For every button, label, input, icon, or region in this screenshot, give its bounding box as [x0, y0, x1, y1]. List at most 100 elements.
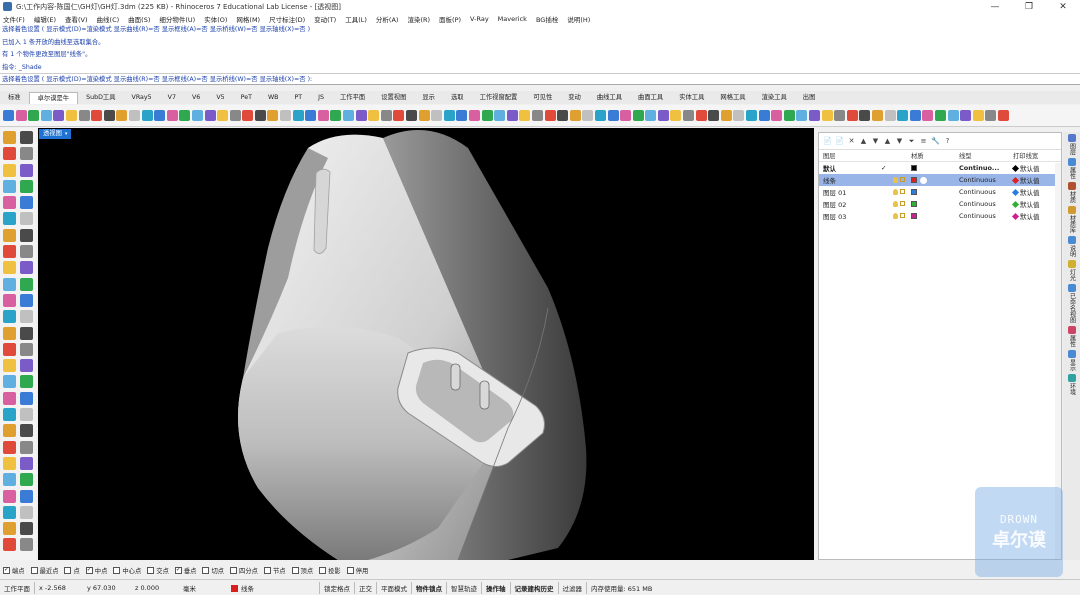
toolbar-tool-icon[interactable]	[154, 110, 166, 121]
toolbar-tool-icon[interactable]	[141, 110, 153, 121]
osnap-option[interactable]: 顶点	[291, 566, 313, 575]
checkbox[interactable]	[202, 566, 210, 574]
toolbar-tool-icon[interactable]	[494, 110, 506, 121]
checkbox[interactable]: ✓	[85, 566, 93, 574]
left-tool-icon[interactable]	[20, 212, 33, 226]
osnap-option[interactable]: 点	[64, 566, 80, 575]
layer-color-swatch[interactable]	[911, 165, 917, 171]
toolbar-tool-icon[interactable]	[783, 110, 795, 121]
toolbar-tool-icon[interactable]	[355, 110, 367, 121]
toolbar-tool-icon[interactable]	[380, 110, 392, 121]
left-tool-icon[interactable]	[20, 408, 33, 422]
left-tool-icon[interactable]	[3, 277, 16, 291]
layer-tool-icon[interactable]: ▲	[859, 137, 868, 146]
lock-icon[interactable]	[900, 213, 905, 218]
toolbar-tool-icon[interactable]	[871, 110, 883, 121]
left-tool-icon[interactable]	[3, 505, 16, 519]
toolbar-tool-icon[interactable]	[632, 110, 644, 121]
osnap-option[interactable]: 投影	[319, 566, 341, 575]
osnap-option[interactable]: 最近点	[30, 566, 58, 575]
layer-tool-icon[interactable]: 📄	[835, 137, 844, 146]
left-tool-icon[interactable]	[3, 179, 16, 193]
left-tool-icon[interactable]	[3, 293, 16, 307]
toolbar-tool-icon[interactable]	[406, 110, 417, 121]
toolbar-tool-icon[interactable]	[317, 110, 329, 121]
toolbar-tab[interactable]: SubD工具	[78, 92, 123, 104]
toolbar-tool-icon[interactable]	[884, 110, 896, 121]
layer-linetype[interactable]: Continuous	[959, 176, 1013, 184]
toolbar-tool-icon[interactable]	[116, 110, 128, 121]
menu-item[interactable]: 工具(L)	[345, 14, 367, 24]
layer-color-swatch[interactable]	[911, 213, 917, 219]
toolbar-tool-icon[interactable]	[418, 110, 430, 121]
toolbar-tab[interactable]: 可见性	[525, 92, 560, 104]
bulb-icon[interactable]	[893, 189, 898, 195]
panel-tab[interactable]: 灯光	[1065, 260, 1078, 281]
toolbar-tab[interactable]: JS	[310, 92, 332, 104]
col-print-width[interactable]: 打印线宽	[1013, 151, 1059, 160]
toolbar-tool-icon[interactable]	[582, 110, 594, 121]
toolbar-tool-icon[interactable]	[557, 110, 569, 121]
panel-tab[interactable]: 材质	[1065, 182, 1078, 203]
bulb-icon[interactable]	[893, 177, 898, 183]
toolbar-tab[interactable]: 显示	[414, 92, 443, 104]
toolbar-tool-icon[interactable]	[758, 110, 770, 121]
toolbar-tool-icon[interactable]	[78, 110, 90, 121]
toolbar-tool-icon[interactable]	[695, 110, 707, 121]
layer-tool-icon[interactable]: ▼	[895, 137, 904, 146]
print-width-value[interactable]: 默认值	[1020, 187, 1040, 197]
left-tool-icon[interactable]	[20, 277, 33, 291]
toolbar-tool-icon[interactable]	[65, 110, 77, 121]
lock-icon[interactable]	[900, 177, 905, 182]
left-tool-icon[interactable]	[3, 489, 16, 503]
toolbar-tool-icon[interactable]	[204, 110, 216, 121]
osnap-option[interactable]: 切点	[202, 566, 224, 575]
status-toggle[interactable]: 操作轴	[482, 583, 510, 593]
toolbar-tool-icon[interactable]	[330, 110, 342, 121]
status-toggle[interactable]: 正交	[355, 583, 376, 593]
menu-item[interactable]: 文件(F)	[3, 14, 25, 24]
cplane-button[interactable]: 工作平面	[0, 583, 34, 593]
osnap-option[interactable]: 四分点	[230, 566, 258, 575]
toolbar-tab[interactable]: 实体工具	[671, 92, 712, 104]
status-toggle[interactable]: 物件锁点	[412, 583, 446, 593]
osnap-option[interactable]: ✓ 垂点	[174, 566, 196, 575]
toolbar-tool-icon[interactable]	[217, 110, 229, 121]
toolbar-tool-icon[interactable]	[15, 110, 27, 121]
toolbar-tool-icon[interactable]	[368, 110, 380, 121]
left-tool-icon[interactable]	[20, 538, 33, 552]
layer-linetype[interactable]: Continuo...	[959, 164, 1013, 172]
checkbox[interactable]: ✓	[174, 566, 182, 574]
layer-tool-icon[interactable]: ?	[943, 137, 952, 146]
left-tool-icon[interactable]	[20, 179, 33, 193]
osnap-option[interactable]: 中心点	[113, 566, 141, 575]
left-tool-icon[interactable]	[3, 212, 16, 226]
print-width-value[interactable]: 默认值	[1020, 175, 1040, 185]
toolbar-tool-icon[interactable]	[809, 110, 820, 121]
toolbar-tool-icon[interactable]	[620, 110, 632, 121]
left-tool-icon[interactable]	[20, 456, 33, 470]
toolbar-tool-icon[interactable]	[720, 110, 732, 121]
menu-item[interactable]: 编辑(E)	[34, 14, 56, 24]
left-tool-icon[interactable]	[3, 261, 16, 275]
menu-item[interactable]: V-Ray	[470, 15, 489, 23]
toolbar-tool-icon[interactable]	[519, 110, 531, 121]
toolbar-tool-icon[interactable]	[280, 110, 292, 121]
panel-tab[interactable]: 环境	[1065, 374, 1078, 395]
layer-linetype[interactable]: Continuous	[959, 212, 1013, 220]
toolbar-tab[interactable]: 渲染工具	[754, 92, 795, 104]
toolbar-tool-icon[interactable]	[393, 110, 405, 121]
toolbar-tool-icon[interactable]	[922, 110, 934, 121]
checkbox[interactable]	[230, 566, 238, 574]
panel-tab[interactable]: 图层	[1065, 134, 1078, 155]
toolbar-tool-icon[interactable]	[40, 110, 52, 121]
layer-tool-icon[interactable]: ▼	[871, 137, 880, 146]
layer-tool-icon[interactable]: 🔧	[931, 137, 940, 146]
menu-item[interactable]: 网格(M)	[236, 14, 260, 24]
menu-item[interactable]: 渲染(R)	[407, 14, 430, 24]
toolbar-tool-icon[interactable]	[267, 110, 279, 121]
left-tool-icon[interactable]	[20, 245, 33, 259]
checkbox[interactable]	[64, 566, 72, 574]
checkbox[interactable]	[263, 566, 271, 574]
layer-row[interactable]: 默认 ✓ Continuo... 默认值	[819, 162, 1061, 174]
